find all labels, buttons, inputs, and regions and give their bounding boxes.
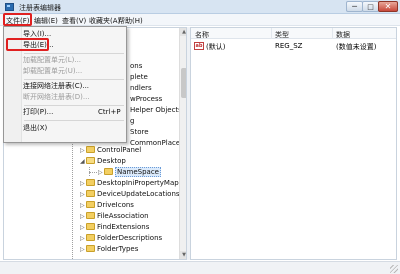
tree-partial-label[interactable]: ndlers bbox=[130, 83, 152, 93]
menu-separator bbox=[24, 120, 124, 121]
tree-item-deviceupdatelocations[interactable]: ▷ DeviceUpdateLocations bbox=[80, 189, 180, 199]
folder-icon bbox=[86, 245, 95, 252]
menu-item-unload-hive: 卸载配置单元(U)... bbox=[23, 67, 83, 75]
value-data: (数值未设置) bbox=[336, 43, 377, 51]
value-name: (默认) bbox=[206, 43, 226, 51]
tree-item-findextensions[interactable]: ▷ FindExtensions bbox=[80, 222, 149, 232]
folder-icon bbox=[86, 190, 95, 197]
menu-bar: 文件(F) 编辑(E) 查看(V) 收藏夹(A) 帮助(H) bbox=[0, 14, 400, 26]
column-header-name[interactable]: 名称 bbox=[195, 30, 209, 40]
tree-item-driveicons[interactable]: ▷ DriveIcons bbox=[80, 200, 134, 210]
menu-item-disconnect-network-registry: 断开网络注册表(D)... bbox=[23, 93, 90, 101]
tree-partial-label[interactable]: Helper Objects bbox=[130, 105, 182, 115]
string-value-icon: ab bbox=[194, 42, 204, 50]
maximize-button[interactable]: □ bbox=[362, 1, 379, 12]
folder-icon bbox=[86, 234, 95, 241]
menu-separator bbox=[24, 79, 124, 80]
values-list[interactable]: 名称 类型 数据 ab (默认) REG_SZ (数值未设置) bbox=[190, 27, 397, 260]
menu-help[interactable]: 帮助(H) bbox=[118, 16, 143, 26]
file-menu-highlight bbox=[3, 13, 32, 26]
column-header-data[interactable]: 数据 bbox=[336, 30, 350, 40]
menu-item-exit[interactable]: 退出(X) bbox=[23, 123, 47, 134]
menu-edit[interactable]: 编辑(E) bbox=[34, 16, 58, 26]
folder-icon bbox=[86, 223, 95, 230]
column-divider[interactable] bbox=[271, 28, 272, 39]
column-divider[interactable] bbox=[332, 28, 333, 39]
tree-item-controlpanel[interactable]: ▷ ControlPanel bbox=[80, 145, 141, 155]
list-header: 名称 类型 数据 bbox=[191, 28, 396, 39]
value-type: REG_SZ bbox=[275, 42, 303, 50]
scroll-up-icon[interactable]: ▲ bbox=[180, 28, 186, 36]
folder-icon bbox=[86, 146, 95, 153]
table-row[interactable]: ab (默认) REG_SZ (数值未设置) bbox=[191, 41, 396, 51]
title-bar: 注册表编辑器 ─ □ ✕ bbox=[0, 0, 400, 14]
tree-guide-line bbox=[89, 172, 97, 173]
print-shortcut: Ctrl+P bbox=[98, 108, 121, 116]
tree-partial-label[interactable]: Store bbox=[130, 127, 149, 137]
folder-icon bbox=[86, 157, 95, 164]
status-bar bbox=[0, 261, 400, 274]
close-button[interactable]: ✕ bbox=[378, 1, 398, 12]
folder-icon bbox=[86, 179, 95, 186]
menu-item-connect-network-registry[interactable]: 连接网络注册表(C)... bbox=[23, 81, 89, 92]
tree-partial-label[interactable]: g bbox=[130, 116, 134, 126]
tree-item-namespace[interactable]: ▷ NameSpace bbox=[98, 167, 161, 177]
column-header-type[interactable]: 类型 bbox=[275, 30, 289, 40]
tree-item-desktop[interactable]: ◢ Desktop bbox=[80, 156, 126, 166]
folder-icon bbox=[86, 212, 95, 219]
tree-item-fileassociation[interactable]: ▷ FileAssociation bbox=[80, 211, 149, 221]
menu-item-print[interactable]: 打印(P)... bbox=[23, 107, 53, 118]
menu-item-load-hive: 加载配置单元(L)... bbox=[23, 56, 82, 64]
window-title: 注册表编辑器 bbox=[19, 4, 61, 12]
tree-item-desktopinipropertymap[interactable]: ▷ DesktopIniPropertyMap bbox=[80, 178, 179, 188]
menu-favorites[interactable]: 收藏夹(A) bbox=[89, 16, 120, 26]
menu-view[interactable]: 查看(V) bbox=[62, 16, 86, 26]
menu-separator bbox=[24, 53, 124, 54]
folder-icon bbox=[86, 201, 95, 208]
folder-icon bbox=[104, 168, 113, 175]
tree-item-foldertypes[interactable]: ▷ FolderTypes bbox=[80, 244, 138, 254]
resize-grip-icon[interactable] bbox=[390, 265, 398, 273]
scroll-down-icon[interactable]: ▼ bbox=[180, 251, 186, 259]
menu-separator bbox=[24, 105, 124, 106]
tree-partial-label[interactable]: ons bbox=[130, 61, 142, 71]
tree-partial-label[interactable]: wProcess bbox=[130, 94, 162, 104]
registry-editor-icon bbox=[5, 3, 14, 11]
tree-item-folderdescriptions[interactable]: ▷ FolderDescriptions bbox=[80, 233, 162, 243]
export-item-highlight bbox=[6, 38, 49, 51]
tree-partial-label[interactable]: plete bbox=[130, 72, 148, 82]
tree-scrollbar[interactable]: ▲ ▼ bbox=[179, 28, 186, 259]
minimize-button[interactable]: ─ bbox=[346, 1, 363, 12]
